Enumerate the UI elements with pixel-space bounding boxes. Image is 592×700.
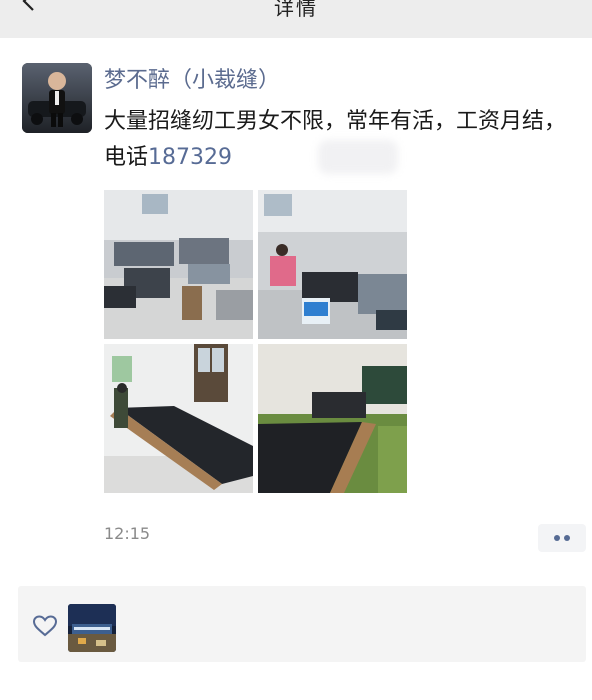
photo-3[interactable] <box>104 344 253 493</box>
photo-2[interactable] <box>258 190 407 339</box>
likes-panel <box>18 586 586 662</box>
phone-number[interactable]: 187329 <box>148 145 232 170</box>
heart-outline-icon[interactable] <box>32 614 58 638</box>
author-name[interactable]: 梦不醉（小裁缝） <box>104 62 280 94</box>
more-dots-icon[interactable] <box>538 524 586 552</box>
blurred-phone-mask <box>318 140 398 174</box>
page-title: 详情 <box>274 0 318 20</box>
post-timestamp: 12:15 <box>104 524 151 543</box>
photo-1[interactable] <box>104 190 253 339</box>
top-bar: 详情 <box>0 0 592 38</box>
photo-4[interactable] <box>258 344 407 493</box>
author-avatar[interactable] <box>22 63 92 133</box>
liker-avatar[interactable] <box>68 604 116 652</box>
